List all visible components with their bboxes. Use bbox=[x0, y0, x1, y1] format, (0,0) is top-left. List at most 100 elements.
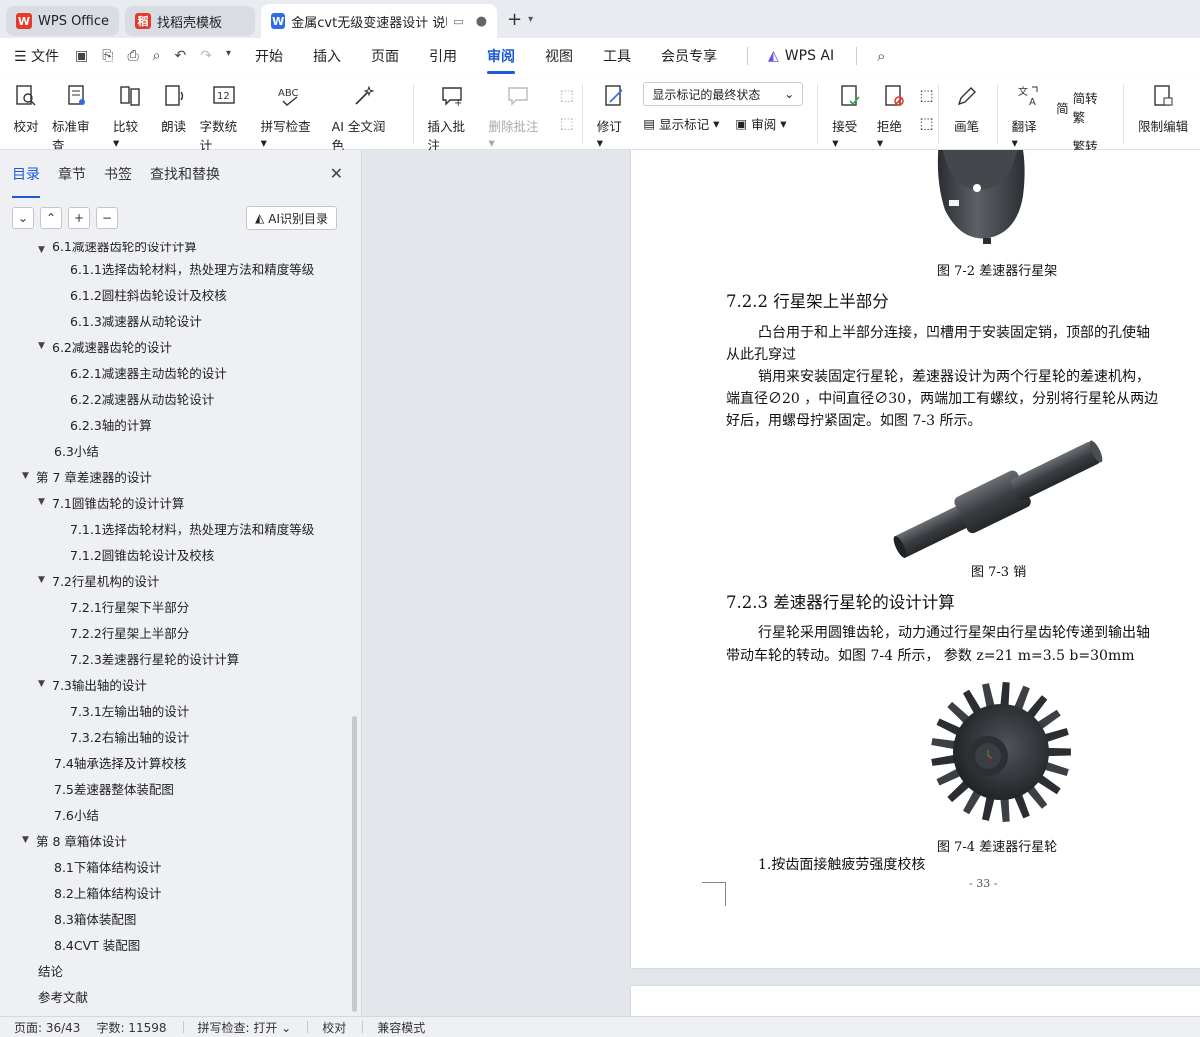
chevron-down-icon[interactable]: ▼ bbox=[22, 835, 36, 845]
tab-bookmarks[interactable]: 书签 bbox=[104, 164, 132, 190]
menu-view[interactable]: 视图 bbox=[545, 46, 573, 66]
export-icon[interactable]: ⎘ bbox=[102, 48, 113, 64]
revise-button[interactable]: 修订 ▾ bbox=[597, 82, 632, 150]
chevron-down-icon[interactable]: ▼ bbox=[38, 245, 52, 255]
toc-item[interactable]: ▼ 7.1圆锥齿轮的设计计算 bbox=[0, 489, 350, 515]
prev-comment-icon[interactable]: ⬚ bbox=[560, 86, 574, 104]
menu-review[interactable]: 审阅 bbox=[487, 46, 515, 74]
toc-item[interactable]: ▼ 第 7 章差速器的设计 bbox=[0, 463, 350, 489]
toc-item[interactable]: ▼ 6.2减速器齿轮的设计 bbox=[0, 333, 350, 359]
expand-icon[interactable]: ⌄ bbox=[12, 207, 34, 229]
chevron-down-icon[interactable]: ▼ bbox=[38, 341, 52, 351]
toc-item[interactable]: ▼ 7.3输出轴的设计 bbox=[0, 671, 350, 697]
markup-state-select[interactable]: 显示标记的最终状态 ⌄ bbox=[643, 82, 804, 106]
print-preview-icon[interactable]: ⌕ bbox=[153, 48, 161, 64]
toc-item[interactable]: 8.3箱体装配图 bbox=[0, 905, 350, 931]
toc-item[interactable]: 7.4轴承选择及计算校核 bbox=[0, 749, 350, 775]
toc-item[interactable]: 结论 bbox=[0, 957, 350, 983]
accept-button[interactable]: 接受 ▾ bbox=[832, 82, 867, 150]
toc-item[interactable]: 7.5差速器整体装配图 bbox=[0, 775, 350, 801]
menu-wps-ai[interactable]: ◭ WPS AI bbox=[768, 48, 834, 64]
collapse-icon[interactable]: ⌃ bbox=[40, 207, 62, 229]
translate-button[interactable]: 文A 翻译 ▾ bbox=[1012, 82, 1047, 150]
simplified-to-traditional-button[interactable]: 简 简转繁 bbox=[1056, 88, 1109, 126]
toc-item[interactable]: 6.1.3减速器从动轮设计 bbox=[0, 307, 350, 333]
ai-toc-button[interactable]: ◭ AI识别目录 bbox=[246, 206, 337, 230]
toc-item[interactable]: 7.1.2圆锥齿轮设计及校核 bbox=[0, 541, 350, 567]
toc-item[interactable]: 7.3.1左输出轴的设计 bbox=[0, 697, 350, 723]
proofread-indicator[interactable]: 校对 bbox=[322, 1019, 346, 1036]
new-tab-icon[interactable]: + bbox=[507, 9, 522, 30]
print-icon[interactable]: ⎙ bbox=[127, 48, 138, 64]
chevron-down-icon[interactable]: ▾ bbox=[226, 48, 231, 64]
restrict-edit-button[interactable]: 限制编辑 bbox=[1138, 82, 1188, 135]
menu-reference[interactable]: 引用 bbox=[429, 46, 457, 66]
next-change-icon[interactable]: ⬚ bbox=[919, 114, 933, 132]
toc-item[interactable]: 7.2.1行星架下半部分 bbox=[0, 593, 350, 619]
tab-close-dot-icon[interactable]: ● bbox=[476, 14, 487, 29]
redo-icon[interactable]: ↷ bbox=[200, 48, 212, 64]
compare-button[interactable]: 比较 ▾ bbox=[113, 82, 148, 150]
proofread-button[interactable]: 校对 bbox=[12, 82, 40, 135]
toc-item[interactable]: 7.3.2右输出轴的设计 bbox=[0, 723, 350, 749]
remove-icon[interactable]: − bbox=[96, 207, 118, 229]
spell-check-indicator[interactable]: 拼写检查: 打开 ⌄ bbox=[198, 1019, 292, 1036]
pen-button[interactable]: 画笔 bbox=[953, 82, 981, 135]
tab-document[interactable]: W 金属cvt无级变速器设计 说明书 ▭ ● bbox=[261, 4, 498, 38]
close-icon[interactable]: ✕ bbox=[330, 164, 343, 183]
chevron-down-icon[interactable]: ▼ bbox=[38, 497, 52, 507]
menu-page[interactable]: 页面 bbox=[371, 46, 399, 66]
search-icon[interactable]: ⌕ bbox=[877, 47, 885, 65]
reject-button[interactable]: 拒绝 ▾ bbox=[877, 82, 912, 150]
toc-item[interactable]: 6.2.1减速器主动齿轮的设计 bbox=[0, 359, 350, 385]
writer-logo-icon: W bbox=[271, 13, 286, 29]
toc-item[interactable]: 6.1.2圆柱斜齿轮设计及校核 bbox=[0, 281, 350, 307]
tab-find-replace[interactable]: 查找和替换 bbox=[150, 164, 220, 190]
file-menu[interactable]: ☰ 文件 bbox=[14, 46, 59, 66]
undo-icon[interactable]: ↶ bbox=[175, 48, 187, 64]
tab-template[interactable]: 稻 找稻壳模板 bbox=[125, 6, 256, 36]
tab-toc[interactable]: 目录 bbox=[12, 164, 40, 198]
show-markup-button[interactable]: ▤ 显示标记 ▾ bbox=[643, 114, 719, 133]
tab-chapters[interactable]: 章节 bbox=[58, 164, 86, 190]
menu-home[interactable]: 开始 bbox=[255, 46, 283, 66]
toc-item[interactable]: 7.2.2行星架上半部分 bbox=[0, 619, 350, 645]
tab-wps-office[interactable]: W WPS Office bbox=[6, 6, 120, 36]
read-aloud-button[interactable]: 朗读 bbox=[160, 82, 188, 135]
toc-item[interactable]: 8.2上箱体结构设计 bbox=[0, 879, 350, 905]
toc-scrollbar[interactable] bbox=[352, 716, 357, 1012]
save-icon[interactable]: ▣ bbox=[75, 48, 88, 64]
next-comment-icon[interactable]: ⬚ bbox=[560, 114, 574, 132]
word-count-button[interactable]: 12 字数统计 bbox=[200, 82, 249, 154]
insert-comment-button[interactable]: + 插入批注 bbox=[428, 82, 477, 154]
ai-polish-button[interactable]: AI 全文润色 bbox=[332, 82, 397, 154]
toc-item[interactable]: ▼ 第 8 章箱体设计 bbox=[0, 827, 350, 853]
toc-item[interactable]: 参考文献 bbox=[0, 983, 350, 1009]
chevron-down-icon[interactable]: ▼ bbox=[38, 679, 52, 689]
menu-insert[interactable]: 插入 bbox=[313, 46, 341, 66]
toc-item[interactable]: 6.2.3轴的计算 bbox=[0, 411, 350, 437]
menu-tools[interactable]: 工具 bbox=[603, 46, 631, 66]
toc-item[interactable]: ▼ 7.2行星机构的设计 bbox=[0, 567, 350, 593]
chevron-down-icon[interactable]: ▼ bbox=[38, 575, 52, 585]
toc-item[interactable]: 7.2.3差速器行星轮的设计计算 bbox=[0, 645, 350, 671]
delete-comment-button[interactable]: 删除批注 ▾ bbox=[489, 82, 548, 150]
toc-item[interactable]: 6.1.1选择齿轮材料，热处理方法和精度等级 bbox=[0, 255, 350, 281]
standard-review-button[interactable]: 标准审查 bbox=[52, 82, 101, 154]
toc-item[interactable]: 7.1.1选择齿轮材料，热处理方法和精度等级 bbox=[0, 515, 350, 541]
word-count-indicator[interactable]: 字数: 11598 bbox=[96, 1019, 166, 1036]
add-icon[interactable]: + bbox=[68, 207, 90, 229]
chevron-down-icon[interactable]: ▼ bbox=[22, 471, 36, 481]
review-pane-button[interactable]: ▣ 审阅 ▾ bbox=[735, 114, 786, 133]
page-indicator[interactable]: 页面: 36/43 bbox=[14, 1019, 80, 1036]
toc-item[interactable]: 6.2.2减速器从动齿轮设计 bbox=[0, 385, 350, 411]
spell-check-button[interactable]: ABC 拼写检查 ▾ bbox=[261, 82, 320, 150]
toc-item[interactable]: ▼ 6.1减速器齿轮的设计计算 bbox=[0, 242, 350, 255]
toc-item[interactable]: 8.1下箱体结构设计 bbox=[0, 853, 350, 879]
prev-change-icon[interactable]: ⬚ bbox=[919, 86, 933, 104]
chevron-down-icon[interactable]: ▾ bbox=[528, 14, 533, 25]
toc-item[interactable]: 7.6小结 bbox=[0, 801, 350, 827]
toc-item[interactable]: 6.3小结 bbox=[0, 437, 350, 463]
menu-member[interactable]: 会员专享 bbox=[661, 46, 717, 66]
toc-item[interactable]: 8.4CVT 装配图 bbox=[0, 931, 350, 957]
